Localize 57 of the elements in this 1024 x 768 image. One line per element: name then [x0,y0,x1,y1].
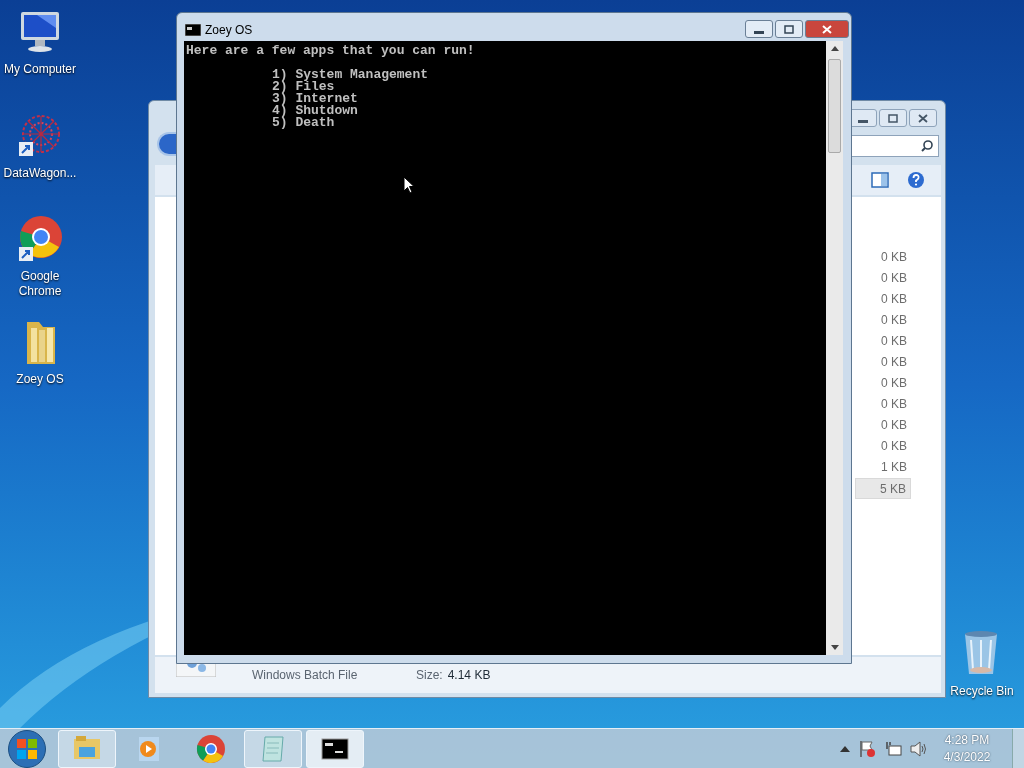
network-icon [884,740,902,757]
size-cell[interactable]: 1 KB [855,457,911,478]
taskbar-button[interactable] [306,729,364,768]
minimize-button[interactable] [745,20,773,38]
file-type-text: Windows Batch File [252,667,359,684]
show-hidden-icons-icon [840,745,850,752]
size-label: Size: [416,667,443,684]
close-button[interactable] [805,20,849,38]
scroll-up-icon [831,46,839,51]
scroll-thumb[interactable] [828,59,841,153]
maximize-button[interactable] [879,109,907,127]
size-cell[interactable]: 0 KB [855,352,911,373]
size-cell[interactable]: 0 KB [855,268,911,289]
menu-option: 1) System Management [272,69,429,81]
size-cell[interactable]: 0 KB [855,289,911,310]
minimize-icon [754,30,764,34]
speaker-icon [910,740,928,757]
back-button[interactable] [157,132,176,156]
size-cell[interactable]: 0 KB [855,247,911,268]
scrollbar[interactable] [826,41,843,655]
size-value: 4.14 KB [447,667,491,684]
flag-icon [858,739,876,758]
scroll-down-icon [831,645,839,650]
close-button[interactable] [909,109,937,127]
size-cell[interactable]: 0 KB [855,331,911,352]
windows-logo-icon [17,738,37,759]
size-cell[interactable]: 0 KB [855,394,911,415]
desktop-shortcut[interactable]: Zoey OS [0,318,80,387]
menu-option: 2) Files [272,81,335,93]
desktop-shortcut[interactable]: DataWagon... [0,112,80,181]
help-icon [907,171,925,189]
maximize-button[interactable] [775,20,803,38]
maximize-icon [783,23,795,35]
console-line: Here are a few apps that you can run! [186,45,476,57]
chrome-icon [195,732,227,765]
menu-option: 3) Internet [272,93,358,105]
start-button[interactable] [8,729,46,768]
size-cell[interactable]: 0 KB [855,310,911,331]
size-cell[interactable]: 5 KB [855,478,911,499]
size-cell[interactable]: 0 KB [855,373,911,394]
size-cell[interactable]: 0 KB [855,415,911,436]
chrome-icon [17,215,63,263]
close-icon [821,23,833,35]
console-icon [185,24,201,36]
size-cell[interactable]: 0 KB [855,436,911,457]
mouse-pointer-icon [403,176,415,194]
preview-pane-icon [871,172,889,188]
window-title: Zoey OS [205,22,253,39]
desktop-shortcut[interactable]: My Computer [0,8,80,77]
search-field[interactable] [849,135,939,157]
desktop-shortcut[interactable]: Google Chrome [0,215,80,299]
minimize-icon [858,119,868,123]
search-icon [920,139,934,153]
menu-option: 4) Shutdown [272,105,358,117]
close-icon [917,112,929,124]
maximize-icon [887,112,899,124]
menu-option: 5) Death [272,117,335,129]
